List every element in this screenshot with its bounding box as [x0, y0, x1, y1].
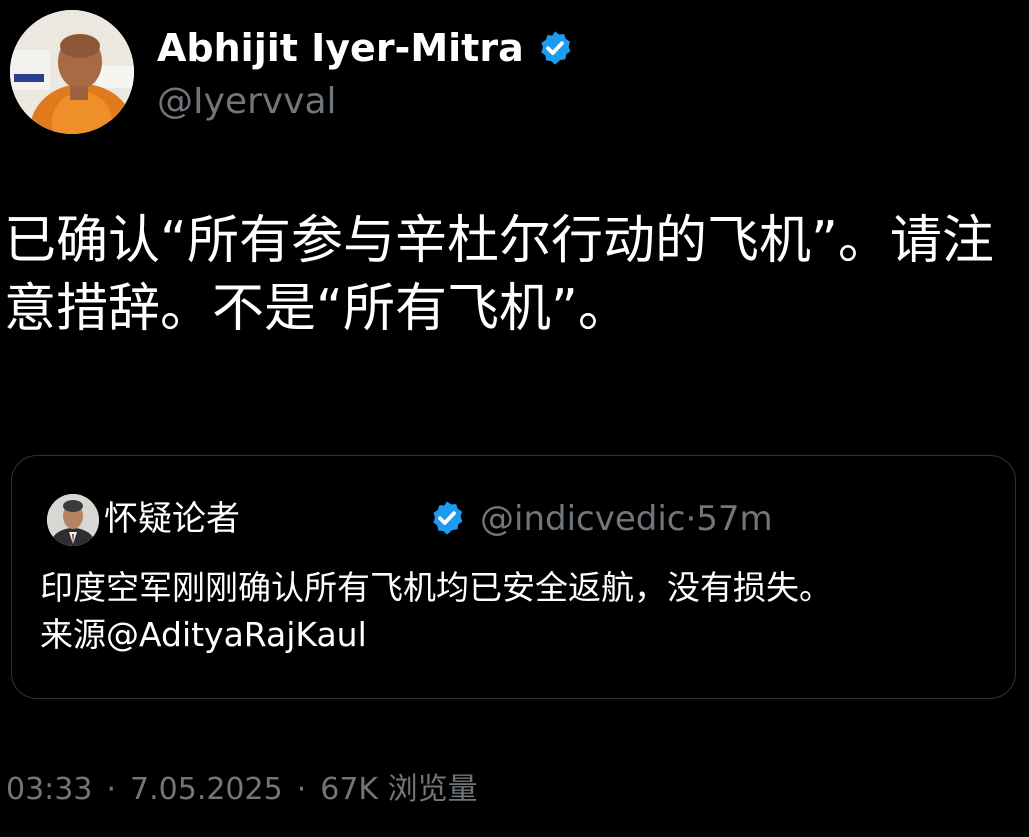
views-count[interactable]: 67K — [320, 772, 378, 807]
quoted-text-line-1: 印度空军刚刚确认所有飞机均已安全返航，没有损失。 — [40, 568, 832, 607]
footer-separator: · — [296, 772, 307, 807]
avatar-photo — [10, 10, 134, 134]
tweet-date[interactable]: 7.05.2025 — [130, 772, 283, 807]
tweet-text: 已确认“所有参与辛杜尔行动的飞机”。请注意措辞。不是“所有飞机”。 — [4, 211, 994, 339]
quoted-tweet-text: 印度空军刚刚确认所有飞机均已安全返航，没有损失。 来源@AdityaRajKau… — [40, 564, 1000, 658]
quoted-meta: @indicvedic·57m — [480, 496, 773, 542]
quoted-verified-badge-icon — [433, 501, 463, 535]
author-avatar[interactable] — [10, 10, 134, 134]
quoted-author-avatar[interactable] — [47, 494, 99, 546]
quoted-tweet-time[interactable]: 57m — [696, 499, 772, 539]
author-handle[interactable]: @Iyervval — [157, 78, 337, 126]
author-display-name[interactable]: Abhijit Iyer-Mitra — [157, 20, 524, 76]
footer-separator: · — [106, 772, 117, 807]
author-name-row[interactable]: Abhijit Iyer-Mitra — [157, 20, 574, 76]
tweet-time[interactable]: 03:33 — [6, 772, 92, 807]
quoted-author-handle[interactable]: @indicvedic — [480, 499, 685, 539]
tweet-footer: 03:33 · 7.05.2025 · 67K 浏览量 — [6, 770, 478, 810]
quoted-text-line-2: 来源@AdityaRajKaul — [40, 615, 367, 654]
quoted-avatar-photo — [47, 494, 99, 546]
verified-badge-icon — [540, 31, 571, 65]
views-label: 浏览量 — [387, 772, 478, 807]
meta-separator: · — [685, 499, 697, 539]
quoted-tweet-card[interactable]: 怀疑论者 @indicvedic·57m 印度空军刚刚确认所有飞机均已安全返航，… — [11, 455, 1016, 699]
quoted-author-name[interactable]: 怀疑论者 — [104, 496, 240, 542]
